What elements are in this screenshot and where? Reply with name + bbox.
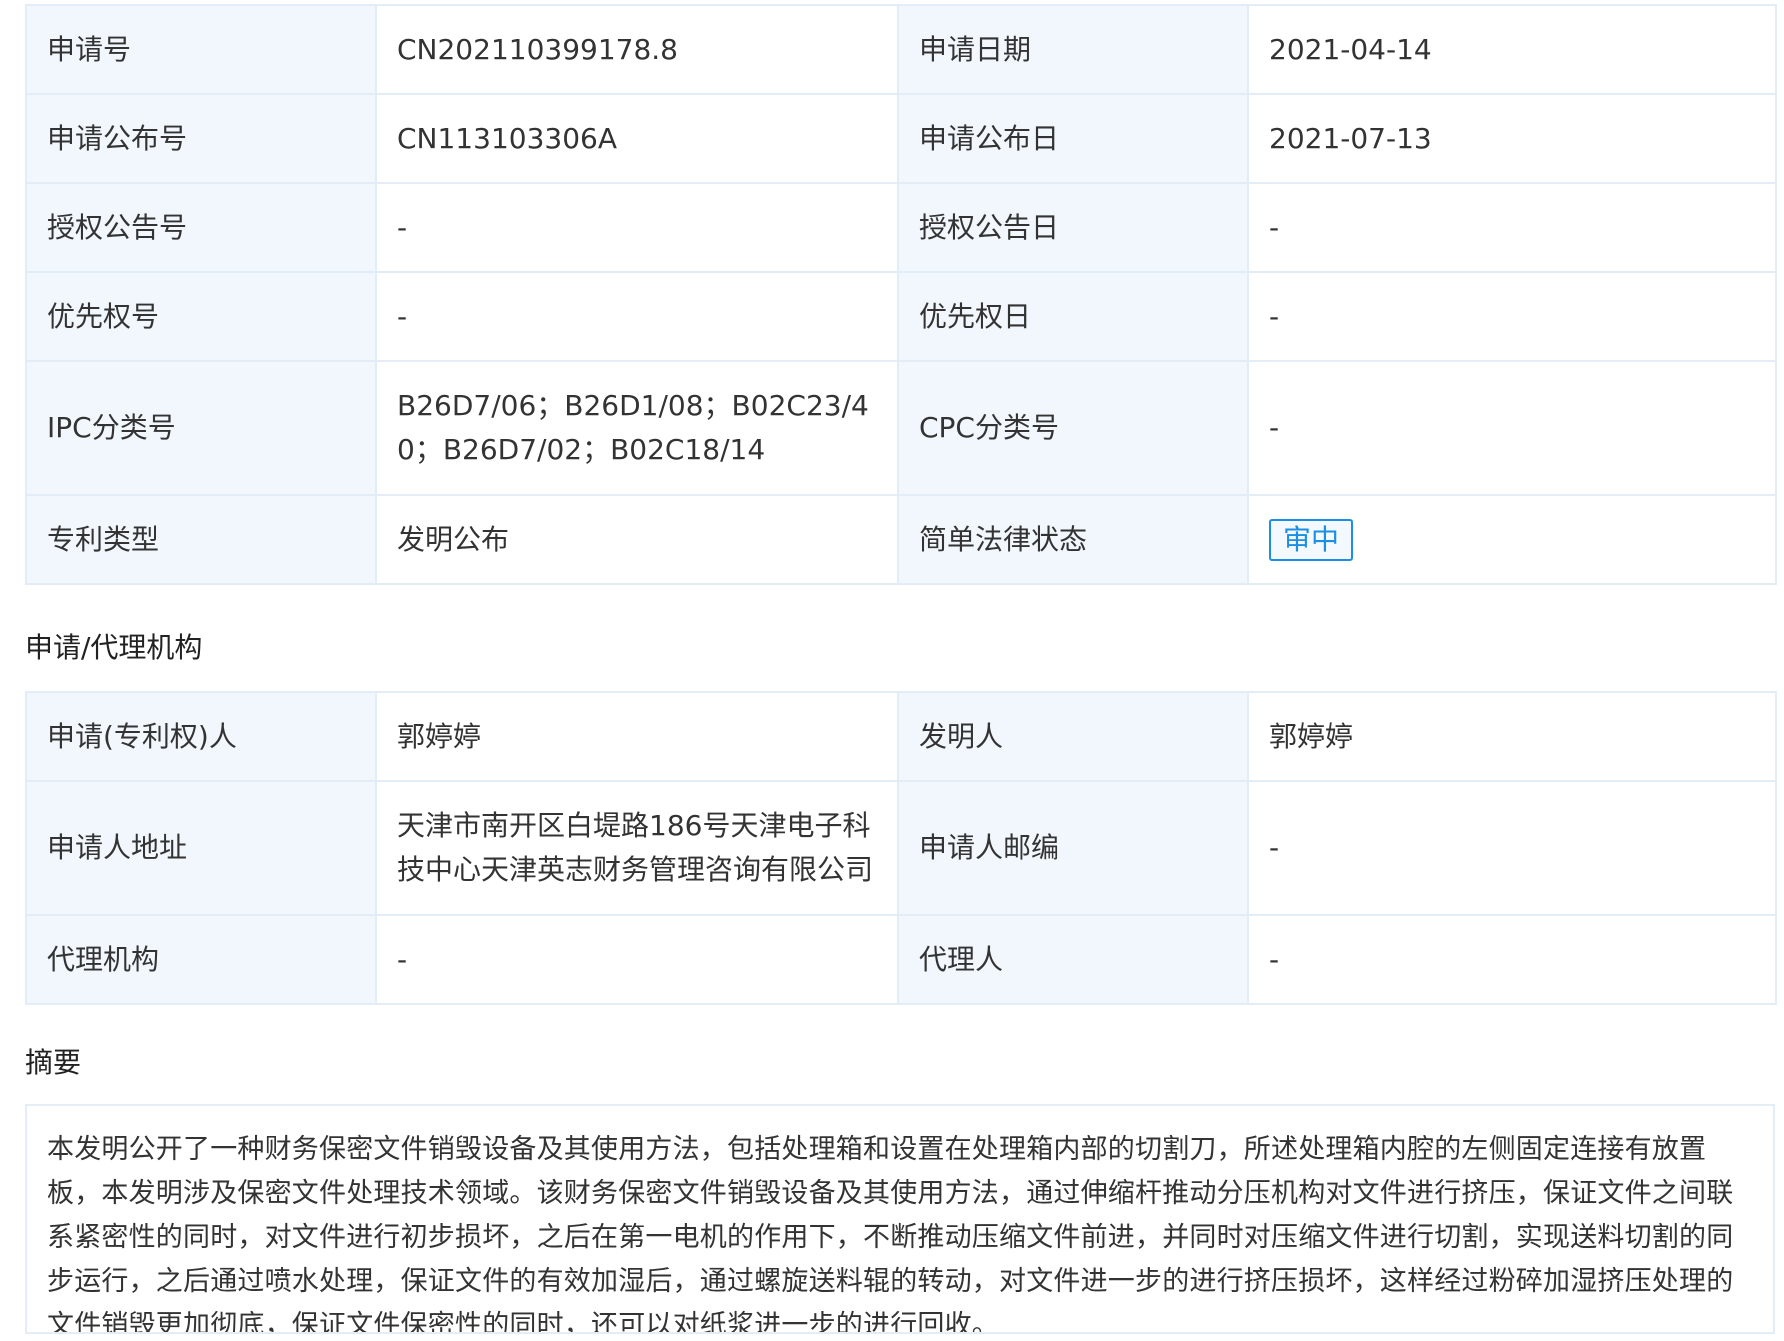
patent-type-value: 发明公布 — [375, 494, 899, 585]
application-number-label: 申请号 — [25, 4, 377, 95]
applicant-value: 郭婷婷 — [375, 691, 899, 782]
table-row: 优先权号 - 优先权日 - — [25, 271, 1777, 362]
table-row: 授权公告号 - 授权公告日 - — [25, 182, 1777, 273]
agency-label: 代理机构 — [25, 914, 377, 1005]
applicant-address-value: 天津市南开区白堤路186号天津电子科技中心天津英志财务管理咨询有限公司 — [375, 780, 899, 916]
abstract-box: 本发明公开了一种财务保密文件销毁设备及其使用方法，包括处理箱和设置在处理箱内部的… — [25, 1104, 1775, 1334]
status-badge: 审中 — [1269, 518, 1354, 561]
agency-value: - — [375, 914, 899, 1005]
inventor-label: 发明人 — [897, 691, 1249, 782]
priority-number-value: - — [375, 271, 899, 362]
priority-date-value: - — [1247, 271, 1777, 362]
application-date-value: 2021-04-14 — [1247, 4, 1777, 95]
agency-info-table: 申请(专利权)人 郭婷婷 发明人 郭婷婷 申请人地址 天津市南开区白堤路186号… — [25, 691, 1777, 1005]
ipc-class-label: IPC分类号 — [25, 360, 377, 496]
agency-section-title: 申请/代理机构 — [25, 631, 203, 664]
table-row: 申请公布号 CN113103306A 申请公布日 2021-07-13 — [25, 93, 1777, 184]
agent-value: - — [1247, 914, 1777, 1005]
applicant-postcode-value: - — [1247, 780, 1777, 916]
grant-date-value: - — [1247, 182, 1777, 273]
table-row: 申请人地址 天津市南开区白堤路186号天津电子科技中心天津英志财务管理咨询有限公… — [25, 780, 1777, 916]
publication-number-label: 申请公布号 — [25, 93, 377, 184]
table-row: IPC分类号 B26D7/06；B26D1/08；B02C23/40；B26D7… — [25, 360, 1777, 496]
ipc-class-value: B26D7/06；B26D1/08；B02C23/40；B26D7/02；B02… — [375, 360, 899, 496]
abstract-section-title: 摘要 — [25, 1046, 82, 1079]
table-row: 专利类型 发明公布 简单法律状态 审中 — [25, 494, 1777, 585]
inventor-value: 郭婷婷 — [1247, 691, 1777, 782]
application-number-value: CN202110399178.8 — [375, 4, 899, 95]
publication-date-label: 申请公布日 — [897, 93, 1249, 184]
application-date-label: 申请日期 — [897, 4, 1249, 95]
priority-date-label: 优先权日 — [897, 271, 1249, 362]
cpc-class-value: - — [1247, 360, 1777, 496]
grant-number-label: 授权公告号 — [25, 182, 377, 273]
priority-number-label: 优先权号 — [25, 271, 377, 362]
publication-number-value: CN113103306A — [375, 93, 899, 184]
grant-date-label: 授权公告日 — [897, 182, 1249, 273]
basic-info-table: 申请号 CN202110399178.8 申请日期 2021-04-14 申请公… — [25, 4, 1777, 585]
table-row: 申请(专利权)人 郭婷婷 发明人 郭婷婷 — [25, 691, 1777, 782]
applicant-postcode-label: 申请人邮编 — [897, 780, 1249, 916]
grant-number-value: - — [375, 182, 899, 273]
table-row: 申请号 CN202110399178.8 申请日期 2021-04-14 — [25, 4, 1777, 95]
table-row: 代理机构 - 代理人 - — [25, 914, 1777, 1005]
applicant-address-label: 申请人地址 — [25, 780, 377, 916]
agent-label: 代理人 — [897, 914, 1249, 1005]
cpc-class-label: CPC分类号 — [897, 360, 1249, 496]
patent-detail-page: 申请号 CN202110399178.8 申请日期 2021-04-14 申请公… — [25, 4, 1777, 1334]
applicant-label: 申请(专利权)人 — [25, 691, 377, 782]
abstract-text: 本发明公开了一种财务保密文件销毁设备及其使用方法，包括处理箱和设置在处理箱内部的… — [47, 1134, 1734, 1334]
legal-status-label: 简单法律状态 — [897, 494, 1249, 585]
legal-status-cell: 审中 — [1247, 494, 1777, 585]
patent-type-label: 专利类型 — [25, 494, 377, 585]
publication-date-value: 2021-07-13 — [1247, 93, 1777, 184]
